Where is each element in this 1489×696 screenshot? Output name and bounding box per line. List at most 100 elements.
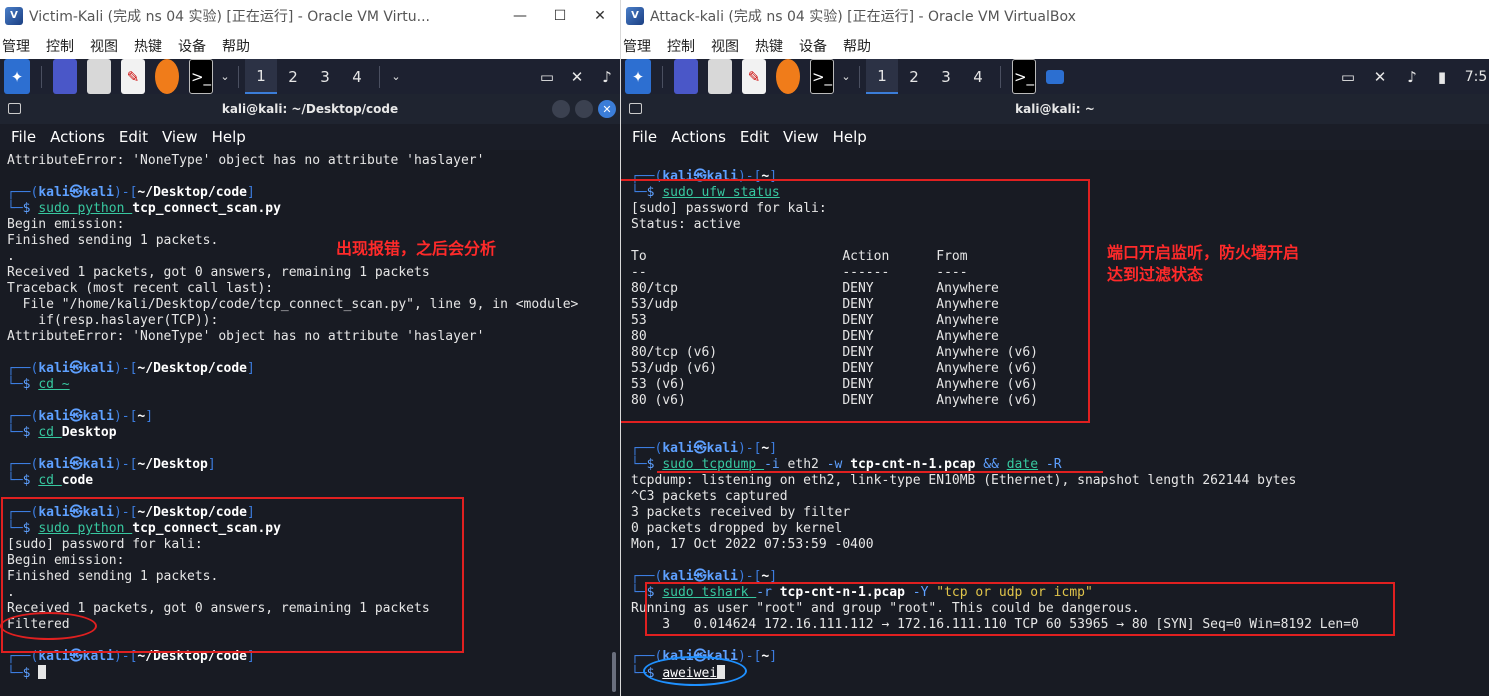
terminal-window-icon [629,103,642,114]
minimize-button[interactable]: — [500,0,540,31]
mute-icon[interactable]: ✕ [566,59,588,94]
terminal-menu-actions[interactable]: Actions [50,128,105,146]
kali-top-panel: ✦ ✎ >_ ⌄ 1 2 3 4 ⌄ ▭ ✕ ♪ [0,59,620,94]
terminal-line: AttributeError: 'NoneType' object has no… [7,329,485,344]
window-titlebar[interactable]: V Victim-Kali (完成 ns 04 实验) [正在运行] - Ora… [0,0,620,31]
text-editor-icon[interactable]: ✎ [121,59,145,94]
annotation-ellipse-command [643,656,747,686]
mute-icon[interactable]: ✕ [1369,59,1391,94]
notification-bell-icon[interactable]: ♪ [1401,59,1423,94]
menu-hotkeys[interactable]: 热键 [134,36,162,56]
workspace-1[interactable]: 1 [866,59,898,94]
chevron-down-icon[interactable]: ⌄ [386,59,406,94]
menu-help[interactable]: 帮助 [222,36,250,56]
terminal-line: ┌──(kali㉿kali)-[~] [631,441,778,456]
chevron-down-icon[interactable]: ⌄ [218,59,232,94]
terminal-menu-file[interactable]: File [632,128,657,146]
terminal-menu-edit[interactable]: Edit [119,128,148,146]
file-manager-icon[interactable] [708,59,732,94]
terminal-line: ┌──(kali㉿kali)-[~] [631,649,778,664]
terminal-titlebar[interactable]: kali@kali: ~ [621,94,1489,124]
close-button[interactable]: ✕ [580,0,620,31]
terminal-task-icon[interactable]: >_ [1012,59,1036,94]
menu-manage[interactable]: 管理 [2,36,30,56]
terminal-menu-actions[interactable]: Actions [671,128,726,146]
menu-manage[interactable]: 管理 [623,36,651,56]
terminal-icon[interactable]: >_ [189,59,213,94]
text-editor-icon[interactable]: ✎ [742,59,766,94]
terminal-line: Traceback (most recent call last): [7,281,274,296]
terminal-menu-help[interactable]: Help [212,128,246,146]
terminal-title: kali@kali: ~/Desktop/code [221,102,399,116]
menu-control[interactable]: 控制 [46,36,74,56]
chevron-down-icon[interactable]: ⌄ [839,59,853,94]
terminal-maximize-button[interactable] [575,100,593,118]
menu-view[interactable]: 视图 [711,36,739,56]
terminal-minimize-button[interactable] [552,100,570,118]
terminal-menu-view[interactable]: View [162,128,198,146]
desktop-icon[interactable] [53,59,77,94]
menu-view[interactable]: 视图 [90,36,118,56]
terminal-line: 0 packets dropped by kernel [631,521,843,536]
battery-icon[interactable]: ▮ [1431,59,1453,94]
terminal-icon[interactable]: >_ [810,59,834,94]
terminal-line: └─$ [7,665,620,681]
vm-menubar: 管理 控制 视图 热键 设备 帮助 [621,33,1489,59]
window-title: Victim-Kali (完成 ns 04 实验) [正在运行] - Oracl… [29,8,430,25]
terminal-line: └─$ cd code [7,473,94,488]
kali-top-panel: ✦ ✎ >_ ⌄ 1 2 3 4 >_ ▭ ✕ ♪ ▮ 7:5 [621,59,1489,94]
firefox-icon[interactable] [155,59,179,94]
workspace-2[interactable]: 2 [898,59,930,94]
firefox-icon[interactable] [776,59,800,94]
notification-bell-icon[interactable]: ♪ [596,59,618,94]
terminal-line: └─$ cd Desktop [7,425,117,440]
terminal-line: Begin emission: [7,217,125,232]
file-manager-icon[interactable] [87,59,111,94]
menu-devices[interactable]: 设备 [178,36,206,56]
annotation-box-tshark [645,582,1395,636]
victim-vm-window: V Victim-Kali (完成 ns 04 实验) [正在运行] - Ora… [0,0,620,696]
workspace-3[interactable]: 3 [930,59,962,94]
maximize-button[interactable]: ☐ [540,0,580,31]
display-icon[interactable]: ▭ [536,59,558,94]
terminal-line: └─$ sudo python tcp_connect_scan.py [7,201,281,216]
task-icon[interactable] [1046,69,1064,84]
terminal-menu-edit[interactable]: Edit [740,128,769,146]
terminal-menubar: File Actions Edit View Help [0,124,620,150]
terminal-line: Received 1 packets, got 0 answers, remai… [7,265,430,280]
kali-menu-icon[interactable]: ✦ [4,59,30,94]
terminal-line: ┌──(kali㉿kali)-[~/Desktop] [7,457,216,472]
menu-devices[interactable]: 设备 [799,36,827,56]
terminal-title: kali@kali: ~ [1015,102,1095,116]
workspace-2[interactable]: 2 [277,59,309,94]
workspace-4[interactable]: 4 [962,59,994,94]
workspace-3[interactable]: 3 [309,59,341,94]
clock[interactable]: 7:5 [1463,59,1489,94]
display-icon[interactable]: ▭ [1337,59,1359,94]
workspace-1[interactable]: 1 [245,59,277,94]
menu-hotkeys[interactable]: 热键 [755,36,783,56]
attacker-vm-window: V Attack-kali (完成 ns 04 实验) [正在运行] - Ora… [620,0,1489,696]
terminal-window-icon [8,103,21,114]
terminal-menu-view[interactable]: View [783,128,819,146]
workspace-4[interactable]: 4 [341,59,373,94]
menu-control[interactable]: 控制 [667,36,695,56]
terminal-titlebar[interactable]: kali@kali: ~/Desktop/code ✕ [0,94,620,124]
window-titlebar[interactable]: V Attack-kali (完成 ns 04 实验) [正在运行] - Ora… [621,0,1489,31]
virtualbox-logo-icon: V [626,6,644,25]
desktop-icon[interactable] [674,59,698,94]
terminal-line: ┌──(kali㉿kali)-[~/Desktop/code] [7,361,255,376]
menu-help[interactable]: 帮助 [843,36,871,56]
terminal-close-button[interactable]: ✕ [598,100,616,118]
kali-menu-icon[interactable]: ✦ [625,59,651,94]
terminal-menu-help[interactable]: Help [833,128,867,146]
terminal-line: if(resp.haslayer(TCP)): [7,313,219,328]
terminal-menu-file[interactable]: File [11,128,36,146]
terminal-scrollbar[interactable] [612,652,616,692]
